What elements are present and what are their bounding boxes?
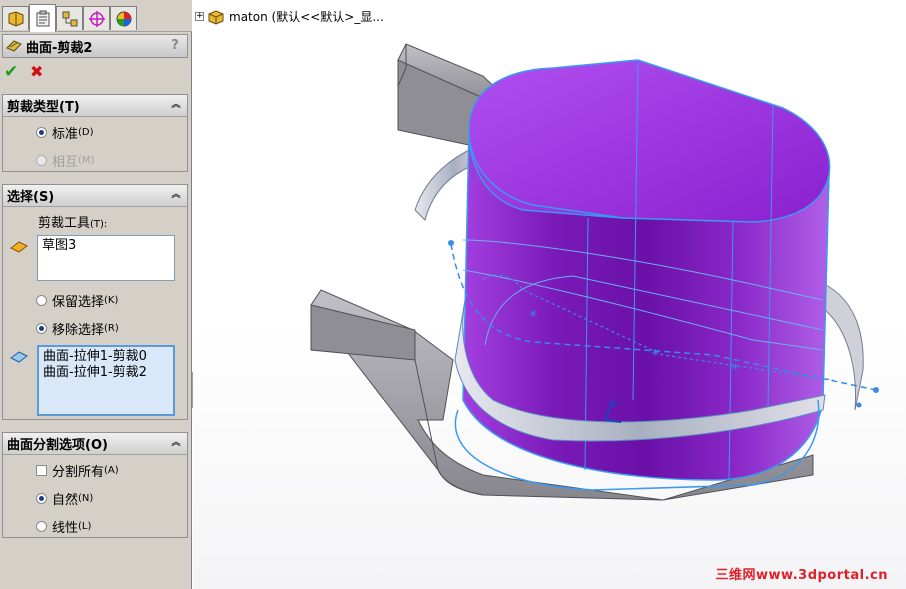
tab-display-manager[interactable] bbox=[110, 6, 137, 30]
help-button[interactable]: ? bbox=[167, 38, 183, 54]
trim-mutual-option: 相互 (M) bbox=[36, 151, 94, 170]
radio-standard[interactable] bbox=[36, 127, 47, 138]
trim-type-header[interactable]: 剪裁类型(T) ︽ bbox=[3, 95, 187, 117]
split-options-title: 曲面分割选项(O) bbox=[7, 438, 108, 453]
configuration-icon bbox=[62, 11, 77, 26]
collapse-chevron-icon[interactable]: ︽ bbox=[170, 189, 182, 201]
natural-key: (N) bbox=[78, 493, 94, 504]
trim-mutual-key: (M) bbox=[78, 155, 95, 166]
radio-remove[interactable] bbox=[36, 323, 47, 334]
manager-tabs bbox=[0, 0, 192, 32]
radio-natural[interactable] bbox=[36, 493, 47, 504]
svg-text:✳: ✳ bbox=[529, 309, 537, 320]
graphics-viewport[interactable]: ✳ ✳ ✳ + maton (默认<<默认>_显... 三维网www.3dpor… bbox=[193, 0, 906, 589]
collapse-chevron-icon[interactable]: ︽ bbox=[170, 99, 182, 111]
split-all-label: 分割所有 bbox=[52, 465, 105, 480]
3d-model[interactable]: ✳ ✳ ✳ bbox=[193, 0, 906, 589]
keep-selection-label: 保留选择 bbox=[52, 295, 105, 310]
natural-label: 自然 bbox=[52, 493, 79, 508]
linear-option[interactable]: 线性 (L) bbox=[36, 517, 91, 536]
property-manager-panel: 曲面-剪裁2 ? ✔ ✖ 剪裁类型(T) ︽ 标准 (D) 相互 (M) 选择(S)… bbox=[0, 0, 192, 589]
display-manager-icon bbox=[116, 11, 131, 26]
feature-tree-root[interactable]: + maton (默认<<默认>_显... bbox=[195, 8, 384, 25]
split-all-key: (A) bbox=[104, 465, 119, 476]
radio-mutual bbox=[36, 155, 47, 166]
split-options-group: 曲面分割选项(O) ︽ bbox=[2, 432, 188, 538]
tree-expand-icon[interactable]: + bbox=[195, 12, 204, 21]
feature-tree-root-label: maton (默认<<默认>_显... bbox=[229, 10, 384, 24]
trim-standard-label: 标准 bbox=[52, 127, 79, 142]
trim-tool-key: (T): bbox=[90, 219, 108, 230]
keep-selection-key: (K) bbox=[104, 295, 119, 306]
radio-linear[interactable] bbox=[36, 521, 47, 532]
property-manager-icon bbox=[36, 10, 49, 26]
keep-selection-option[interactable]: 保留选择 (K) bbox=[36, 291, 118, 310]
faces-listbox[interactable]: 曲面-拉伸1-剪裁0 曲面-拉伸1-剪裁2 bbox=[37, 345, 175, 416]
feature-tree-icon bbox=[8, 10, 23, 27]
trim-standard-option[interactable]: 标准 (D) bbox=[36, 123, 94, 142]
surface-trim-icon bbox=[6, 40, 22, 52]
trim-type-title: 剪裁类型(T) bbox=[7, 100, 80, 115]
selection-header[interactable]: 选择(S) ︽ bbox=[3, 185, 187, 207]
trim-tool-selection-icon bbox=[10, 241, 28, 253]
feature-title-bar: 曲面-剪裁2 ? bbox=[2, 34, 188, 58]
trim-tool-item[interactable]: 草图3 bbox=[42, 238, 170, 254]
tab-feature-manager[interactable] bbox=[2, 6, 29, 30]
site-watermark: 三维网www.3dportal.cn bbox=[715, 568, 888, 583]
tab-property-manager[interactable] bbox=[29, 4, 56, 32]
linear-label: 线性 bbox=[52, 521, 79, 536]
svg-text:✳: ✳ bbox=[651, 348, 659, 359]
dimxpert-crosshair-icon bbox=[88, 10, 105, 27]
face-item[interactable]: 曲面-拉伸1-剪裁0 bbox=[43, 349, 169, 365]
cancel-button[interactable]: ✖ bbox=[30, 63, 46, 81]
svg-text:✳: ✳ bbox=[731, 362, 739, 373]
collapse-chevron-icon[interactable]: ︽ bbox=[170, 437, 182, 449]
trim-tool-label-text: 剪裁工具 bbox=[38, 216, 91, 231]
tab-dimxpert-manager[interactable] bbox=[83, 6, 110, 30]
radio-keep[interactable] bbox=[36, 295, 47, 306]
linear-key: (L) bbox=[78, 521, 92, 532]
remove-selection-key: (R) bbox=[104, 323, 119, 334]
trim-tool-label: 剪裁工具(T): bbox=[38, 212, 107, 231]
remove-selection-label: 移除选择 bbox=[52, 323, 105, 338]
trim-tool-listbox[interactable]: 草图3 bbox=[37, 235, 175, 281]
split-options-header[interactable]: 曲面分割选项(O) ︽ bbox=[3, 433, 187, 455]
split-all-checkbox[interactable] bbox=[36, 465, 47, 476]
trim-mutual-label: 相互 bbox=[52, 155, 79, 170]
split-all-option[interactable]: 分割所有 (A) bbox=[36, 461, 119, 480]
outer-band-right[interactable] bbox=[824, 284, 864, 411]
remove-selection-option[interactable]: 移除选择 (R) bbox=[36, 319, 119, 338]
feature-title: 曲面-剪裁2 bbox=[26, 40, 93, 56]
trim-type-group: 剪裁类型(T) ︽ bbox=[2, 94, 188, 172]
natural-option[interactable]: 自然 (N) bbox=[36, 489, 93, 508]
trim-standard-key: (D) bbox=[78, 127, 94, 138]
part-icon bbox=[208, 9, 224, 25]
ok-button[interactable]: ✔ bbox=[4, 63, 20, 81]
tab-configuration-manager[interactable] bbox=[56, 6, 83, 30]
selection-title: 选择(S) bbox=[7, 190, 55, 205]
faces-selection-icon bbox=[10, 351, 28, 363]
face-item[interactable]: 曲面-拉伸1-剪裁2 bbox=[43, 365, 169, 381]
